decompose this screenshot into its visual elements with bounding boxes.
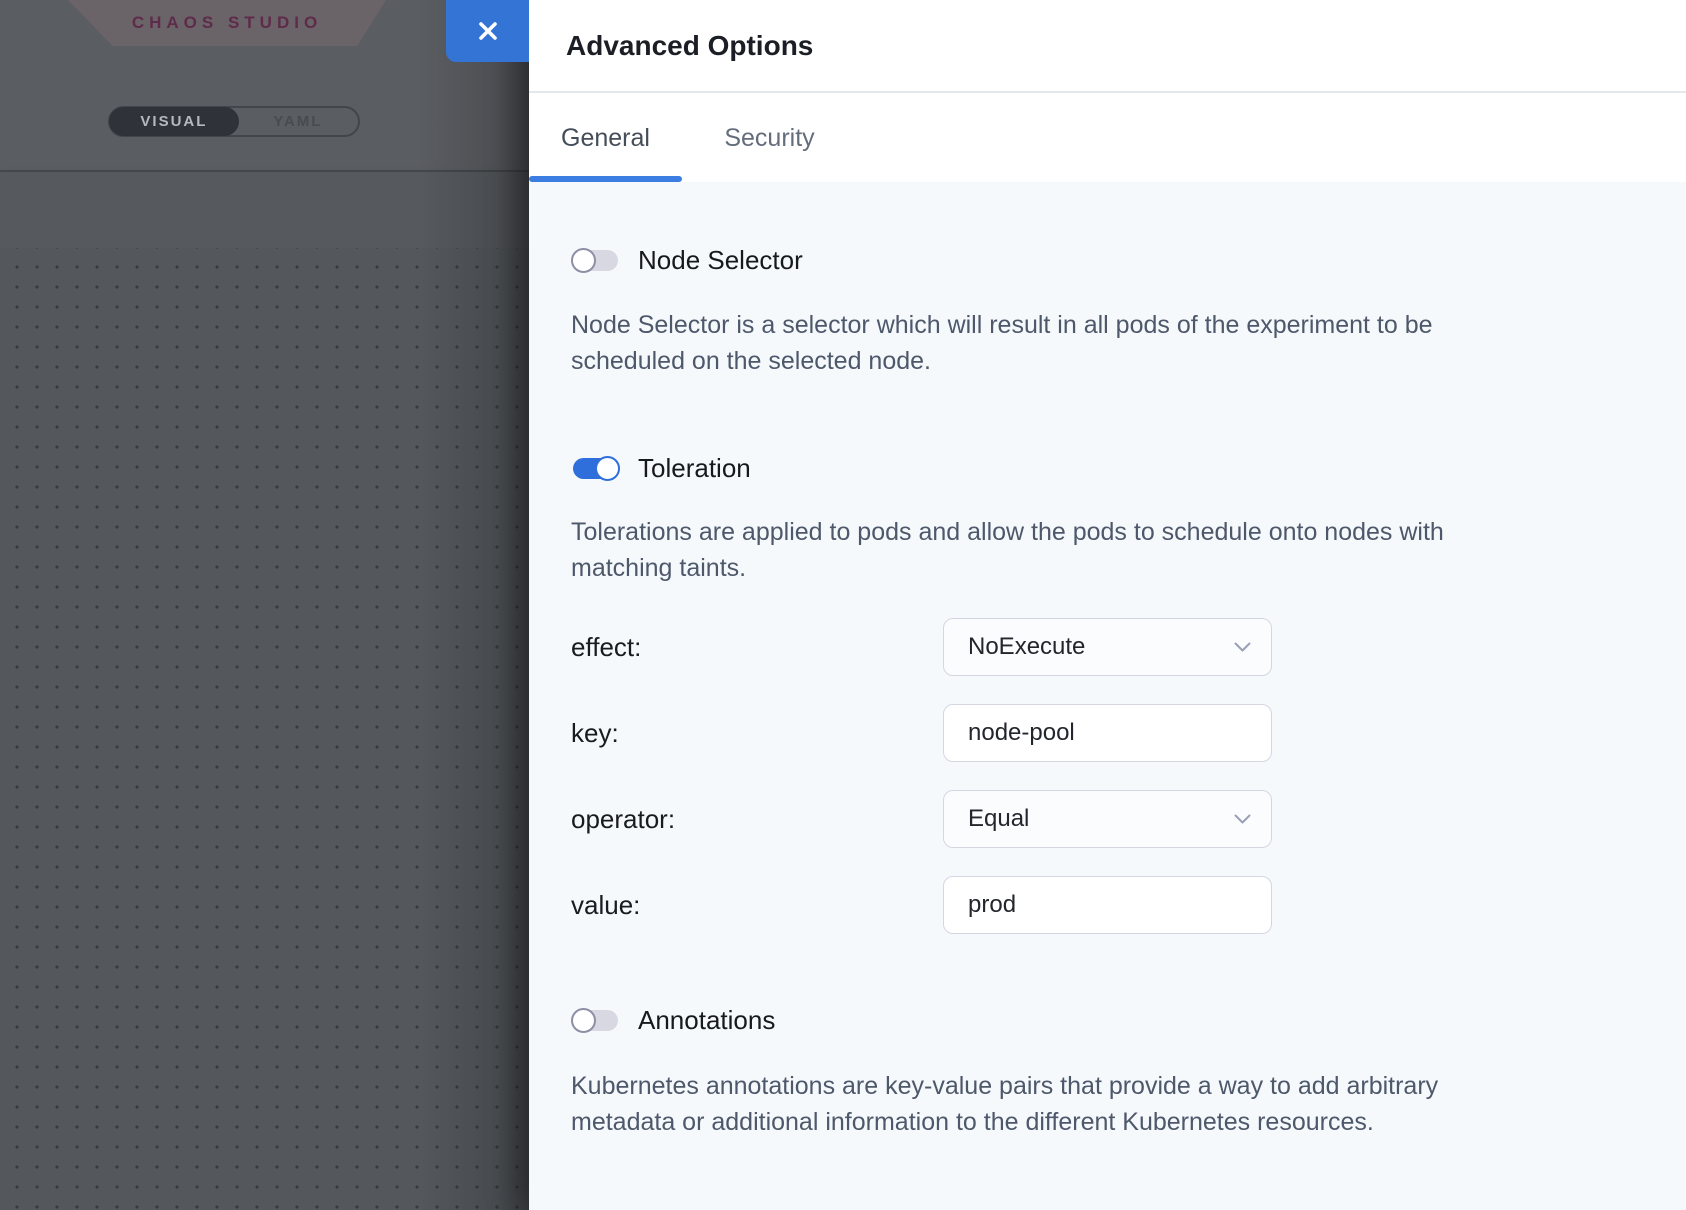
tab-security-label: Security: [724, 124, 814, 153]
toleration-label: Toleration: [638, 453, 751, 484]
node-selector-row: Node Selector: [573, 245, 803, 276]
effect-select[interactable]: NoExecute: [943, 618, 1272, 676]
tab-general[interactable]: General: [529, 95, 682, 182]
toleration-row: Toleration: [573, 453, 751, 484]
screen: CHAOS STUDIO VISUAL YAML Advanced Option…: [0, 0, 1686, 1210]
annotations-description: Kubernetes annotations are key-value pai…: [571, 1068, 1641, 1140]
tab-general-label: General: [561, 124, 650, 153]
key-input[interactable]: [943, 704, 1272, 762]
close-drawer-button[interactable]: [446, 0, 529, 62]
operator-field-row: operator: Equal: [529, 790, 1686, 848]
annotations-label: Annotations: [638, 1005, 775, 1036]
brand-banner: CHAOS STUDIO: [68, 0, 386, 46]
operator-label: operator:: [571, 790, 675, 848]
value-label: value:: [571, 876, 640, 934]
tab-security[interactable]: Security: [717, 95, 822, 182]
node-selector-description: Node Selector is a selector which will r…: [571, 307, 1641, 379]
toleration-toggle[interactable]: [573, 458, 618, 479]
drawer-title: Advanced Options: [566, 30, 813, 62]
chaos-studio-panel: CHAOS STUDIO VISUAL YAML: [0, 0, 529, 1210]
operator-select[interactable]: Equal: [943, 790, 1272, 848]
brand-title: CHAOS STUDIO: [132, 13, 322, 33]
toleration-description: Tolerations are applied to pods and allo…: [571, 514, 1641, 586]
effect-label: effect:: [571, 618, 641, 676]
studio-toolbar: [0, 172, 529, 248]
general-tab-content: Node Selector Node Selector is a selecto…: [529, 182, 1686, 1210]
value-field-row: value:: [529, 876, 1686, 934]
drawer-tabs: General Security: [529, 95, 1686, 182]
node-selector-toggle[interactable]: [573, 250, 618, 271]
annotations-row: Annotations: [573, 1005, 775, 1036]
advanced-options-drawer: Advanced Options General Security Node S…: [529, 0, 1686, 1210]
key-label: key:: [571, 704, 619, 762]
toggle-knob: [571, 1008, 596, 1033]
toggle-knob: [595, 456, 620, 481]
close-icon: [476, 19, 500, 43]
tab-visual[interactable]: VISUAL: [109, 107, 239, 136]
toggle-knob: [571, 248, 596, 273]
experiment-canvas: [0, 248, 529, 1210]
node-selector-label: Node Selector: [638, 245, 803, 276]
tab-yaml-label: YAML: [273, 113, 322, 130]
drawer-header: Advanced Options: [529, 0, 1686, 93]
effect-field-row: effect: NoExecute: [529, 618, 1686, 676]
chevron-down-icon: [1234, 642, 1251, 653]
value-input[interactable]: [943, 876, 1272, 934]
effect-select-value: NoExecute: [968, 633, 1234, 661]
operator-select-value: Equal: [968, 805, 1234, 833]
tab-yaml[interactable]: YAML: [238, 108, 358, 135]
view-mode-toggle[interactable]: VISUAL YAML: [108, 106, 360, 137]
annotations-toggle[interactable]: [573, 1010, 618, 1031]
chevron-down-icon: [1234, 814, 1251, 825]
tab-visual-label: VISUAL: [140, 113, 207, 130]
key-field-row: key:: [529, 704, 1686, 762]
